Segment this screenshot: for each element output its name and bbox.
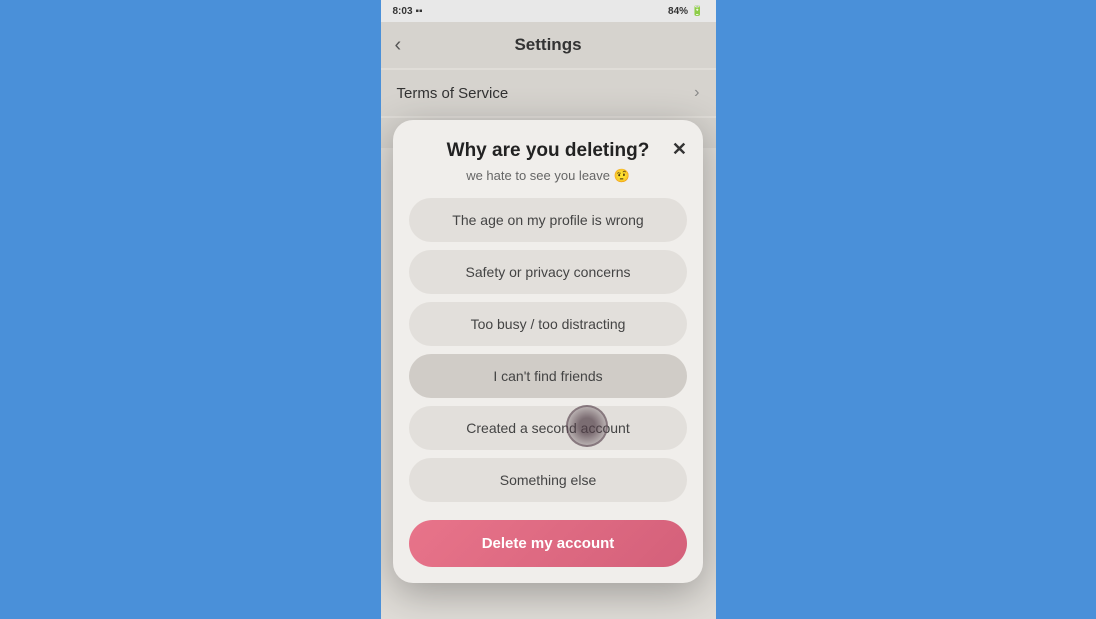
delete-modal: Why are you deleting? ✕ we hate to see y… — [393, 120, 703, 583]
option-something-else[interactable]: Something else — [409, 458, 687, 502]
option-age-wrong[interactable]: The age on my profile is wrong — [409, 198, 687, 242]
close-button[interactable]: ✕ — [672, 140, 687, 158]
option-too-busy[interactable]: Too busy / too distracting — [409, 302, 687, 346]
phone-container: 8:03 ▪▪ 84% 🔋 ‹ Settings Terms of Servic… — [381, 0, 716, 619]
delete-account-button[interactable]: Delete my account — [409, 520, 687, 567]
modal-overlay: Why are you deleting? ✕ we hate to see y… — [381, 0, 716, 619]
option-cant-find-friends[interactable]: I can't find friends — [409, 354, 687, 398]
option-second-account[interactable]: Created a second account — [409, 406, 687, 450]
option-safety-privacy[interactable]: Safety or privacy concerns — [409, 250, 687, 294]
modal-subtitle: we hate to see you leave 🤨 — [409, 168, 687, 184]
modal-title: Why are you deleting? — [447, 140, 650, 162]
modal-header: Why are you deleting? ✕ — [409, 140, 687, 162]
